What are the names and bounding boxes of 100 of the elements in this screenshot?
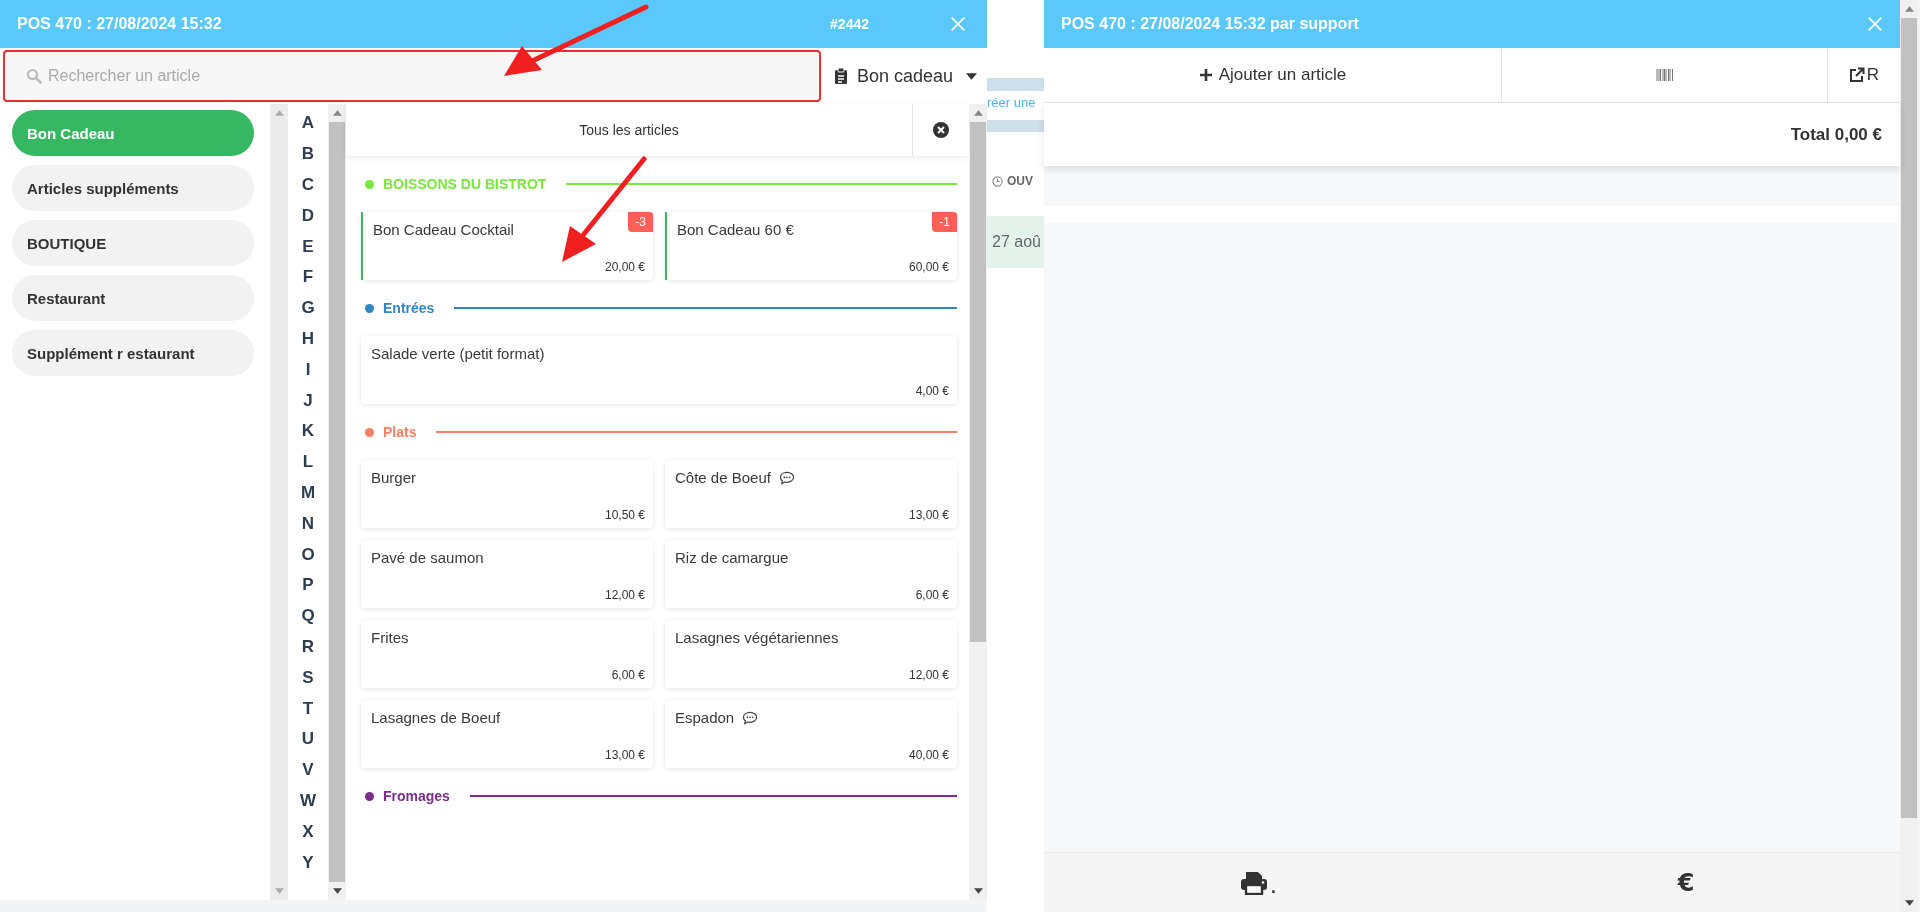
scrollbar-thumb[interactable]: [1901, 18, 1917, 818]
total-amount: Total 0,00 €: [1790, 124, 1882, 145]
printer-icon: [1239, 870, 1268, 895]
scrollbar[interactable]: [969, 104, 987, 900]
product-price: 13,00 €: [908, 508, 949, 522]
close-icon[interactable]: [1866, 15, 1884, 33]
caret-icon: [966, 72, 978, 80]
alphabet-letter[interactable]: Q: [301, 600, 315, 632]
stock-badge: -1: [932, 212, 957, 232]
date-text: 27 aoû: [992, 233, 1041, 251]
alphabet-letter[interactable]: B: [301, 138, 315, 170]
alphabet-letter[interactable]: Y: [302, 847, 314, 878]
product-price: 12,00 €: [908, 668, 949, 682]
product-price: 60,00 €: [908, 260, 949, 274]
alphabet-letter[interactable]: H: [301, 323, 315, 355]
product-card[interactable]: Bon Cadeau 60 € 60,00 € -1: [665, 212, 957, 280]
product-card[interactable]: Lasagnes végétariennes 12,00 €: [665, 620, 957, 688]
alphabet-letter[interactable]: K: [301, 415, 315, 447]
product-card[interactable]: Burger 10,50 €: [361, 460, 653, 528]
product-name: Espadon: [675, 709, 735, 726]
print-button[interactable]: .: [1044, 853, 1472, 912]
alphabet-letter[interactable]: W: [299, 785, 316, 817]
alphabet-letter[interactable]: J: [303, 385, 313, 416]
alphabet-letter[interactable]: V: [302, 754, 314, 786]
alphabet-letter[interactable]: X: [302, 816, 314, 848]
window-title: POS 470 : 27/08/2024 15:32: [17, 15, 222, 33]
alphabet-letter[interactable]: T: [302, 693, 314, 724]
scroll-up-arrow-icon[interactable]: [332, 110, 342, 116]
product-card[interactable]: Côte de Boeuf 13,00 €: [665, 460, 957, 528]
product-card[interactable]: Riz de camargue 6,00 €: [665, 540, 957, 608]
product-name: Bon Cadeau Cocktail: [373, 221, 514, 238]
alphabet-letter[interactable]: R: [301, 631, 315, 663]
category-item[interactable]: BOUTIQUE: [12, 220, 254, 266]
alphabet-letter[interactable]: A: [301, 108, 315, 139]
scrollbar-thumb[interactable]: [329, 122, 345, 882]
alphabet-letter[interactable]: S: [302, 662, 314, 694]
alphabet-letter[interactable]: L: [302, 446, 314, 478]
product-price: 20,00 €: [604, 260, 645, 274]
section-title: Plats: [383, 424, 417, 440]
clipboard-icon: [834, 67, 848, 85]
product-card[interactable]: Frites 6,00 €: [361, 620, 653, 688]
plus-icon: [1198, 68, 1213, 82]
scroll-down-arrow-icon[interactable]: [332, 888, 342, 894]
section-title: Entrées: [383, 300, 435, 316]
product-name: Frites: [371, 629, 409, 646]
scroll-up-arrow-icon[interactable]: [973, 110, 983, 116]
external-link-icon: [1848, 67, 1865, 83]
alphabet-letter[interactable]: N: [301, 508, 315, 540]
product-price: 13,00 €: [604, 748, 645, 762]
scrollbar[interactable]: [1900, 0, 1918, 912]
product-name: Lasagnes de Boeuf: [371, 709, 501, 726]
barcode-icon: [1655, 69, 1674, 81]
product-card[interactable]: Salade verte (petit format) 4,00 €: [361, 336, 957, 404]
product-name: Burger: [371, 469, 417, 486]
product-card[interactable]: Lasagnes de Boeuf 13,00 €: [361, 700, 653, 768]
type-dropdown[interactable]: Bon cadeau: [826, 49, 987, 103]
scrollbar[interactable]: [270, 104, 288, 900]
scroll-up-arrow-icon[interactable]: [1904, 6, 1914, 12]
close-circle-icon: [933, 122, 949, 138]
product-price: 40,00 €: [908, 748, 949, 762]
scroll-up-arrow-icon[interactable]: [274, 110, 284, 116]
product-price: 12,00 €: [604, 588, 645, 602]
dropdown-value: Bon cadeau: [857, 65, 954, 87]
alphabet-letter[interactable]: E: [302, 231, 314, 262]
scrollbar[interactable]: [328, 104, 346, 900]
category-item[interactable]: Restaurant: [12, 275, 254, 321]
alphabet-letter[interactable]: G: [301, 292, 315, 324]
alphabet-letter[interactable]: U: [301, 723, 315, 755]
alphabet-letter[interactable]: F: [302, 262, 314, 293]
product-price: 4,00 €: [915, 384, 949, 398]
filter-label[interactable]: Tous les articles: [346, 104, 912, 156]
window-title: POS 470 : 27/08/2024 15:32 par support: [1061, 15, 1359, 33]
clock-icon: [992, 175, 1003, 187]
section-title: Fromages: [383, 788, 450, 804]
close-icon[interactable]: [949, 15, 967, 33]
alphabet-letter[interactable]: P: [302, 569, 314, 601]
product-card[interactable]: Bon Cadeau Cocktail 20,00 € -3: [361, 212, 653, 280]
product-name: Riz de camargue: [675, 549, 789, 566]
product-card[interactable]: Pavé de saumon 12,00 €: [361, 540, 653, 608]
alphabet-letter[interactable]: O: [301, 539, 315, 570]
scrollbar-thumb[interactable]: [970, 122, 986, 642]
background-bar: [987, 120, 1044, 132]
alphabet-letter[interactable]: D: [301, 200, 315, 232]
background-bar: [987, 78, 1044, 91]
search-field[interactable]: Rechercher un article: [6, 52, 818, 100]
alphabet-letter[interactable]: C: [301, 169, 315, 201]
product-name: Salade verte (petit format): [371, 345, 545, 362]
product-price: 10,50 €: [604, 508, 645, 522]
category-item[interactable]: Articles suppléments: [12, 165, 254, 211]
category-item[interactable]: Supplément r estaurant: [12, 330, 254, 376]
order-number: #2442: [830, 16, 869, 32]
payment-button[interactable]: €: [1472, 853, 1900, 912]
product-name: Bon Cadeau 60 €: [677, 221, 794, 238]
product-card[interactable]: Espadon 40,00 €: [665, 700, 957, 768]
stock-badge: -3: [628, 212, 653, 232]
alphabet-letter[interactable]: M: [300, 477, 316, 509]
scroll-down-arrow-icon[interactable]: [973, 888, 983, 894]
product-name: Lasagnes végétariennes: [675, 629, 839, 646]
alphabet-letter[interactable]: I: [305, 354, 311, 386]
scroll-down-arrow-icon[interactable]: [1904, 900, 1914, 906]
